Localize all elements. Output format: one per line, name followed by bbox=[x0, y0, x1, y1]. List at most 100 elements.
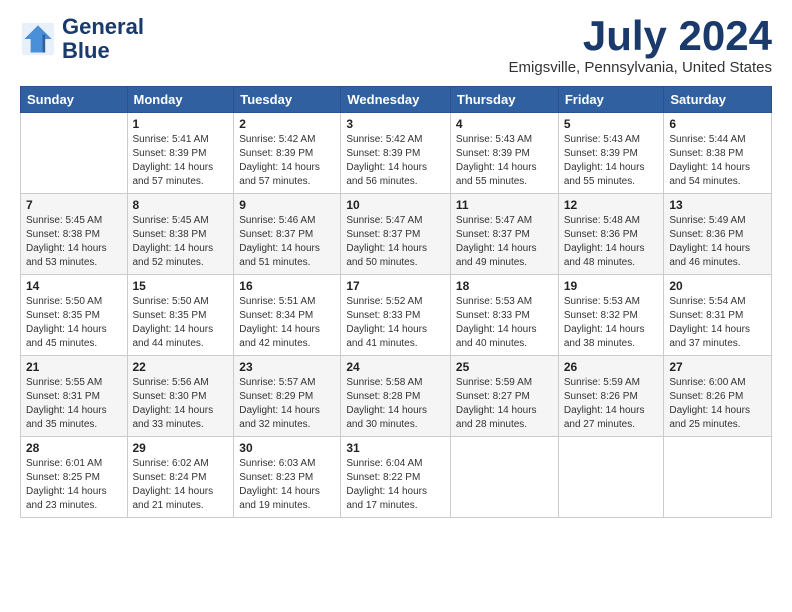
calendar-cell: 16 Sunrise: 5:51 AMSunset: 8:34 PMDayligh… bbox=[234, 275, 341, 356]
calendar-week-1: 1 Sunrise: 5:41 AMSunset: 8:39 PMDaylight… bbox=[21, 113, 772, 194]
day-info: Sunrise: 5:54 AMSunset: 8:31 PMDaylight:… bbox=[669, 295, 766, 351]
day-number: 25 bbox=[456, 360, 553, 374]
day-number: 19 bbox=[564, 279, 659, 293]
day-header-tuesday: Tuesday bbox=[234, 87, 341, 113]
day-info: Sunrise: 5:43 AMSunset: 8:39 PMDaylight:… bbox=[564, 133, 659, 189]
calendar-cell: 18Sunrise: 5:53 AMSunset: 8:33 PMDayligh… bbox=[450, 275, 558, 356]
calendar-cell: 14Sunrise: 5:50 AMSunset: 8:35 PMDayligh… bbox=[21, 275, 128, 356]
day-info: Sunrise: 5:59 AMSunset: 8:27 PMDaylight:… bbox=[456, 376, 553, 432]
day-number: 16 bbox=[239, 279, 335, 293]
calendar-cell: 24Sunrise: 5:58 AMSunset: 8:28 PMDayligh… bbox=[341, 356, 451, 437]
calendar-cell: 13 Sunrise: 5:49 AMSunset: 8:36 PMDayligh… bbox=[664, 194, 772, 275]
calendar-cell: 1 Sunrise: 5:41 AMSunset: 8:39 PMDaylight… bbox=[127, 113, 234, 194]
day-info: Sunrise: 5:47 AMSunset: 8:37 PMDaylight:… bbox=[456, 214, 553, 270]
day-info: Sunrise: 5:53 AMSunset: 8:32 PMDaylight:… bbox=[564, 295, 659, 351]
day-info: Sunrise: 5:44 AMSunset: 8:38 PMDaylight:… bbox=[669, 133, 766, 189]
calendar-cell: 2 Sunrise: 5:42 AMSunset: 8:39 PMDaylight… bbox=[234, 113, 341, 194]
day-info: Sunrise: 6:03 AMSunset: 8:23 PMDaylight:… bbox=[239, 457, 335, 513]
calendar-cell: 22Sunrise: 5:56 AMSunset: 8:30 PMDayligh… bbox=[127, 356, 234, 437]
day-header-wednesday: Wednesday bbox=[341, 87, 451, 113]
day-info: Sunrise: 5:57 AMSunset: 8:29 PMDaylight:… bbox=[239, 376, 335, 432]
calendar-cell bbox=[664, 437, 772, 518]
day-number: 4 bbox=[456, 117, 553, 131]
day-info: Sunrise: 6:00 AMSunset: 8:26 PMDaylight:… bbox=[669, 376, 766, 432]
day-info: Sunrise: 5:59 AMSunset: 8:26 PMDaylight:… bbox=[564, 376, 659, 432]
calendar-cell: 11 Sunrise: 5:47 AMSunset: 8:37 PMDayligh… bbox=[450, 194, 558, 275]
day-number: 9 bbox=[239, 198, 335, 212]
logo-text: General Blue bbox=[62, 15, 144, 63]
day-number: 5 bbox=[564, 117, 659, 131]
logo: General Blue bbox=[20, 15, 144, 63]
day-info: Sunrise: 5:42 AMSunset: 8:39 PMDaylight:… bbox=[239, 133, 335, 189]
calendar-cell: 31Sunrise: 6:04 AMSunset: 8:22 PMDayligh… bbox=[341, 437, 451, 518]
day-number: 7 bbox=[26, 198, 122, 212]
day-number: 21 bbox=[26, 360, 122, 374]
calendar-cell: 29 Sunrise: 6:02 AMSunset: 8:24 PMDayligh… bbox=[127, 437, 234, 518]
day-number: 18 bbox=[456, 279, 553, 293]
calendar-cell bbox=[450, 437, 558, 518]
calendar-cell: 9 Sunrise: 5:46 AMSunset: 8:37 PMDaylight… bbox=[234, 194, 341, 275]
calendar-cell: 17 Sunrise: 5:52 AMSunset: 8:33 PMDayligh… bbox=[341, 275, 451, 356]
day-info: Sunrise: 6:04 AMSunset: 8:22 PMDaylight:… bbox=[346, 457, 445, 513]
day-number: 1 bbox=[133, 117, 229, 131]
calendar-week-4: 21 Sunrise: 5:55 AMSunset: 8:31 PMDayligh… bbox=[21, 356, 772, 437]
day-header-saturday: Saturday bbox=[664, 87, 772, 113]
day-info: Sunrise: 5:42 AMSunset: 8:39 PMDaylight:… bbox=[346, 133, 445, 189]
day-info: Sunrise: 5:51 AMSunset: 8:34 PMDaylight:… bbox=[239, 295, 335, 351]
calendar-cell: 10Sunrise: 5:47 AMSunset: 8:37 PMDayligh… bbox=[341, 194, 451, 275]
page: General Blue July 2024 Emigsville, Penns… bbox=[0, 0, 792, 528]
month-title: July 2024 bbox=[509, 15, 772, 57]
day-info: Sunrise: 5:55 AMSunset: 8:31 PMDaylight:… bbox=[26, 376, 122, 432]
logo-icon bbox=[20, 21, 56, 57]
logo-line2: Blue bbox=[62, 39, 144, 63]
calendar-cell: 20Sunrise: 5:54 AMSunset: 8:31 PMDayligh… bbox=[664, 275, 772, 356]
header: General Blue July 2024 Emigsville, Penns… bbox=[20, 15, 772, 76]
day-number: 22 bbox=[133, 360, 229, 374]
calendar-cell: 21 Sunrise: 5:55 AMSunset: 8:31 PMDayligh… bbox=[21, 356, 128, 437]
day-header-sunday: Sunday bbox=[21, 87, 128, 113]
day-info: Sunrise: 5:50 AMSunset: 8:35 PMDaylight:… bbox=[26, 295, 122, 351]
day-number: 23 bbox=[239, 360, 335, 374]
day-number: 28 bbox=[26, 441, 122, 455]
day-number: 2 bbox=[239, 117, 335, 131]
logo-line1: General bbox=[62, 15, 144, 39]
day-info: Sunrise: 5:46 AMSunset: 8:37 PMDaylight:… bbox=[239, 214, 335, 270]
calendar-cell: 27 Sunrise: 6:00 AMSunset: 8:26 PMDayligh… bbox=[664, 356, 772, 437]
calendar-week-5: 28 Sunrise: 6:01 AMSunset: 8:25 PMDayligh… bbox=[21, 437, 772, 518]
day-info: Sunrise: 5:45 AMSunset: 8:38 PMDaylight:… bbox=[26, 214, 122, 270]
day-number: 13 bbox=[669, 198, 766, 212]
day-info: Sunrise: 5:45 AMSunset: 8:38 PMDaylight:… bbox=[133, 214, 229, 270]
day-number: 3 bbox=[346, 117, 445, 131]
calendar-cell: 19 Sunrise: 5:53 AMSunset: 8:32 PMDayligh… bbox=[558, 275, 664, 356]
calendar-cell: 5 Sunrise: 5:43 AMSunset: 8:39 PMDaylight… bbox=[558, 113, 664, 194]
day-info: Sunrise: 5:47 AMSunset: 8:37 PMDaylight:… bbox=[346, 214, 445, 270]
calendar-cell: 26Sunrise: 5:59 AMSunset: 8:26 PMDayligh… bbox=[558, 356, 664, 437]
calendar-cell: 23 Sunrise: 5:57 AMSunset: 8:29 PMDayligh… bbox=[234, 356, 341, 437]
day-number: 17 bbox=[346, 279, 445, 293]
calendar-cell: 25 Sunrise: 5:59 AMSunset: 8:27 PMDayligh… bbox=[450, 356, 558, 437]
day-header-friday: Friday bbox=[558, 87, 664, 113]
day-info: Sunrise: 5:49 AMSunset: 8:36 PMDaylight:… bbox=[669, 214, 766, 270]
day-number: 29 bbox=[133, 441, 229, 455]
day-info: Sunrise: 5:50 AMSunset: 8:35 PMDaylight:… bbox=[133, 295, 229, 351]
day-number: 8 bbox=[133, 198, 229, 212]
calendar-cell: 3 Sunrise: 5:42 AMSunset: 8:39 PMDaylight… bbox=[341, 113, 451, 194]
day-info: Sunrise: 6:01 AMSunset: 8:25 PMDaylight:… bbox=[26, 457, 122, 513]
day-info: Sunrise: 5:52 AMSunset: 8:33 PMDaylight:… bbox=[346, 295, 445, 351]
day-info: Sunrise: 5:58 AMSunset: 8:28 PMDaylight:… bbox=[346, 376, 445, 432]
calendar-cell: 28 Sunrise: 6:01 AMSunset: 8:25 PMDayligh… bbox=[21, 437, 128, 518]
day-info: Sunrise: 5:43 AMSunset: 8:39 PMDaylight:… bbox=[456, 133, 553, 189]
calendar-header-row: SundayMondayTuesdayWednesdayThursdayFrid… bbox=[21, 87, 772, 113]
day-number: 27 bbox=[669, 360, 766, 374]
day-number: 15 bbox=[133, 279, 229, 293]
day-number: 11 bbox=[456, 198, 553, 212]
day-info: Sunrise: 5:41 AMSunset: 8:39 PMDaylight:… bbox=[133, 133, 229, 189]
calendar-cell: 6Sunrise: 5:44 AMSunset: 8:38 PMDaylight… bbox=[664, 113, 772, 194]
calendar-cell: 7 Sunrise: 5:45 AMSunset: 8:38 PMDaylight… bbox=[21, 194, 128, 275]
day-info: Sunrise: 6:02 AMSunset: 8:24 PMDaylight:… bbox=[133, 457, 229, 513]
calendar-cell: 12Sunrise: 5:48 AMSunset: 8:36 PMDayligh… bbox=[558, 194, 664, 275]
location-title: Emigsville, Pennsylvania, United States bbox=[509, 59, 772, 76]
day-header-thursday: Thursday bbox=[450, 87, 558, 113]
day-number: 30 bbox=[239, 441, 335, 455]
calendar-cell: 4 Sunrise: 5:43 AMSunset: 8:39 PMDaylight… bbox=[450, 113, 558, 194]
